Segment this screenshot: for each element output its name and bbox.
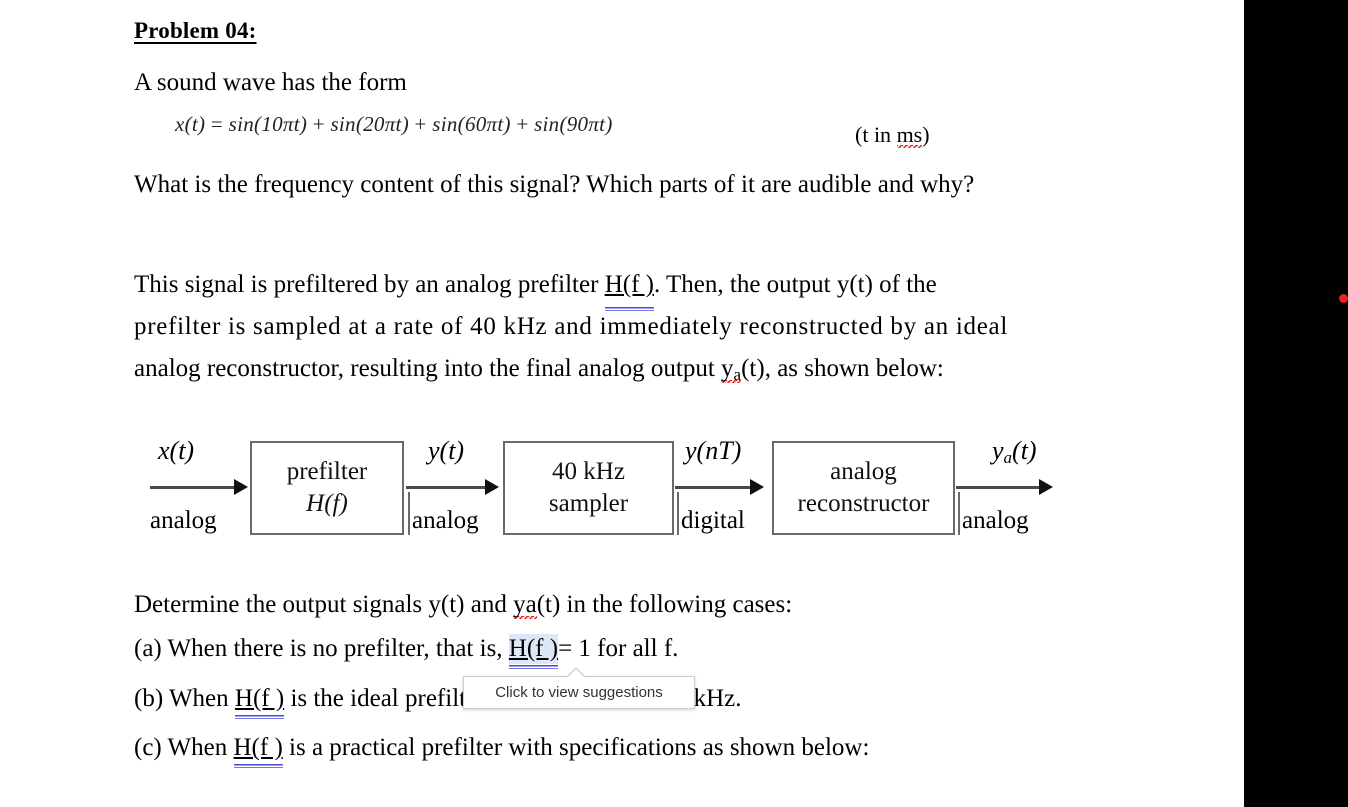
block-sampler-line1: 40 kHz	[552, 458, 625, 485]
case-c-line: (c) When H(f ) is a practical prefilter …	[134, 733, 870, 769]
block-reconstructor-line2: reconstructor	[797, 490, 930, 517]
equation-xt: x(t) = sin(10πt) + sin(20πt) + sin(60πt)…	[175, 112, 613, 136]
equation-note-suffix: )	[922, 122, 930, 147]
paragraph-line-1-text-a: This signal is prefiltered by an analog …	[134, 271, 605, 298]
prefilter-paragraph: This signal is prefiltered by an analog …	[134, 264, 1133, 396]
equation-term-2: sin(20πt)	[330, 112, 409, 136]
document-screen: Problem 04: A sound wave has the form Wh…	[0, 0, 1348, 807]
paragraph-line-1-text-b: . Then, the output y(t) of the	[653, 271, 937, 298]
divider-analog-3	[958, 492, 960, 535]
block-reconstructor-line1: analog	[830, 458, 897, 485]
equation-equals: =	[210, 112, 224, 136]
signal-label-yt: y(t)	[428, 436, 464, 466]
signal-label-yat-arg: (t)	[1012, 436, 1037, 465]
tooltip-label: Click to view suggestions	[495, 684, 663, 701]
smart-tag-hf-a[interactable]: H(f )	[508, 634, 559, 670]
divider-digital	[677, 492, 679, 535]
arrow-line-2	[406, 486, 492, 489]
equation-note-ms: ms	[896, 122, 923, 147]
signal-label-yat-sub: a	[1003, 448, 1013, 467]
signal-label-yat: ya(t)	[992, 436, 1037, 468]
spell-error-ya-2[interactable]: ya	[513, 591, 537, 619]
smart-tag-hf-b[interactable]: H(f )	[234, 684, 285, 720]
block-diagram: x(t) analog prefilter H(f) y(t) analog 4…	[140, 424, 1070, 548]
ya-base: y	[721, 355, 734, 382]
signal-label-xt-base: x	[158, 436, 170, 465]
block-prefilter-line1: prefilter	[286, 458, 368, 485]
determine-text-b: (t) in the following cases:	[536, 591, 793, 618]
suggestions-tooltip[interactable]: Click to view suggestions	[463, 676, 695, 709]
signal-label-yt-arg: (t)	[439, 436, 465, 465]
case-b-middle: is the ideal p	[284, 685, 418, 712]
block-reconstructor: analog reconstructor	[772, 441, 955, 535]
case-a-prefix: (a) When there is no prefilter, that is,	[134, 635, 509, 662]
question-line: What is the frequency content of this si…	[134, 171, 975, 198]
domain-label-digital: digital	[681, 507, 745, 534]
case-c-suffix: is a practical prefilter with specificat…	[282, 734, 870, 761]
tooltip-arrow-fill	[567, 669, 585, 678]
signal-label-yt-base: y	[428, 436, 440, 465]
determine-ya: ya	[513, 591, 537, 618]
case-b-prefix: (b) When	[134, 685, 235, 712]
case-c-prefix: (c) When	[134, 734, 234, 761]
case-a-line: (a) When there is no prefilter, that is,…	[134, 634, 679, 670]
signal-label-ynt: y(nT)	[685, 436, 741, 466]
domain-label-analog-2: analog	[412, 507, 479, 534]
equation-lhs: x(t)	[175, 112, 206, 136]
block-sampler-line2: sampler	[548, 490, 629, 517]
paragraph-line-3-text-b: (t), as shown below:	[741, 355, 944, 382]
signal-label-ynt-base: y	[685, 436, 697, 465]
equation-term-3: sin(60πt)	[432, 112, 511, 136]
spell-error-ya[interactable]: ya	[721, 355, 742, 384]
smart-tag-hf-c[interactable]: H(f )	[233, 733, 284, 769]
arrow-head-out	[1039, 479, 1053, 495]
spell-error-ms[interactable]: ms	[896, 122, 923, 148]
arrow-head-3	[750, 479, 764, 495]
paragraph-line-2: prefilter is sampled at a rate of 40 kHz…	[134, 313, 1009, 340]
domain-label-analog-3: analog	[962, 507, 1029, 534]
ya-subscript: a	[733, 365, 742, 384]
determine-text-a: Determine the output signals y(t) and	[134, 591, 514, 618]
paragraph-line-3-text-a: analog reconstructor, resulting into the…	[134, 355, 722, 382]
domain-label-analog-1: analog	[150, 507, 217, 534]
determine-line: Determine the output signals y(t) and ya…	[134, 590, 792, 620]
equation-note-prefix: (t in	[855, 122, 897, 147]
smart-tag-hf[interactable]: H(f )	[604, 264, 655, 312]
block-prefilter: prefilter H(f)	[250, 441, 404, 535]
page-title: Problem 04:	[134, 18, 257, 43]
right-black-panel	[1244, 0, 1348, 807]
arrow-head-in	[234, 479, 248, 495]
block-prefilter-line2: H(f)	[306, 490, 348, 517]
signal-label-yat-base: y	[992, 436, 1004, 465]
case-a-suffix: = 1 for all f.	[558, 635, 679, 662]
equation-term-4: sin(90πt)	[534, 112, 613, 136]
paragraph-line-1: This signal is prefiltered by an analog …	[134, 264, 1133, 312]
cursor-indicator-dot	[1339, 294, 1348, 303]
intro-line: A sound wave has the form	[134, 69, 407, 96]
arrow-line-3	[675, 486, 757, 489]
divider-analog-1	[408, 492, 410, 535]
document-page: Problem 04: A sound wave has the form Wh…	[0, 0, 1244, 807]
signal-label-xt: x(t)	[158, 436, 194, 466]
equation-term-1: sin(10πt)	[228, 112, 308, 136]
signal-label-xt-arg: (t)	[169, 436, 195, 465]
arrow-line-out	[956, 486, 1046, 489]
arrow-head-2	[485, 479, 499, 495]
arrow-line-in	[150, 486, 242, 489]
signal-label-ynt-arg: (nT)	[696, 436, 742, 465]
equation-note: (t in ms)	[855, 122, 930, 148]
block-sampler: 40 kHz sampler	[503, 441, 674, 535]
paragraph-line-3: analog reconstructor, resulting into the…	[134, 348, 1133, 396]
